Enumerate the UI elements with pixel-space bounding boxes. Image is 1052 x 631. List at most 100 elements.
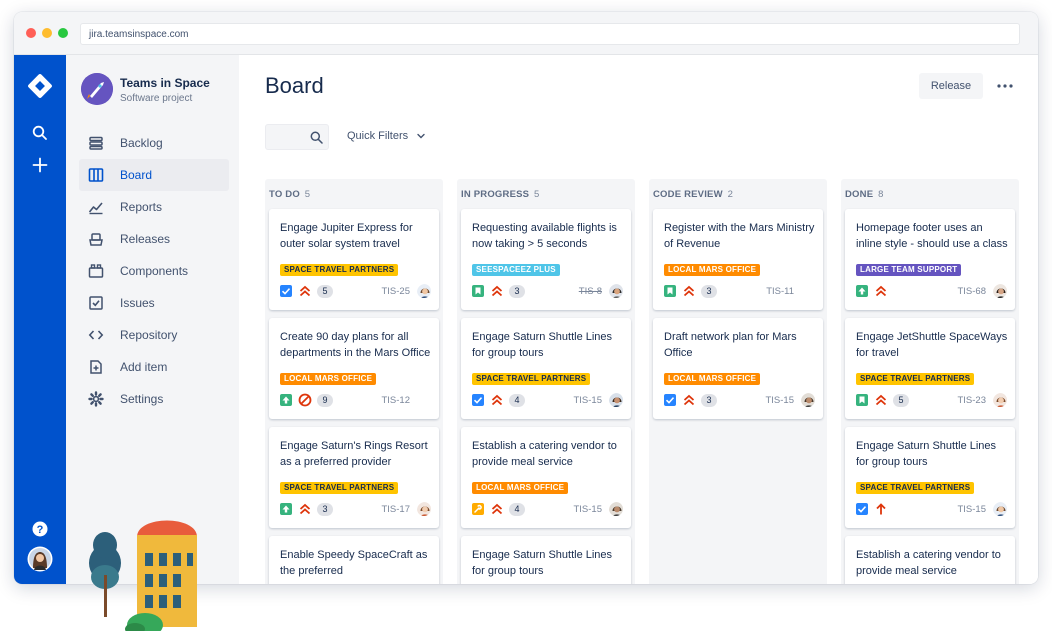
svg-text:?: ? xyxy=(37,524,44,536)
priority-highest-icon xyxy=(874,393,888,407)
epic-tag[interactable]: LOCAL MARS OFFICE xyxy=(664,373,761,385)
assignee-avatar[interactable] xyxy=(992,283,1008,299)
releases-icon xyxy=(88,231,104,247)
sidebar-item-settings[interactable]: Settings xyxy=(79,383,229,415)
issue-card[interactable]: Engage Saturn Shuttle Lines for group to… xyxy=(461,536,631,584)
epic-tag[interactable]: SPACE TRAVEL PARTNERS xyxy=(856,482,975,494)
issue-key[interactable]: TIS-15 xyxy=(573,504,602,515)
issue-card[interactable]: Establish a catering vendor to provide m… xyxy=(845,536,1015,584)
close-window-dot[interactable] xyxy=(26,28,36,38)
issue-card[interactable]: Enable Speedy SpaceCraft as the preferre… xyxy=(269,536,439,584)
issue-key[interactable]: TIS-8 xyxy=(579,286,602,297)
sidebar-item-label: Issues xyxy=(120,296,155,310)
epic-tag[interactable]: SPACE TRAVEL PARTNERS xyxy=(280,264,399,276)
chevron-down-icon xyxy=(417,133,425,139)
column-count: 5 xyxy=(304,189,311,200)
issue-card[interactable]: Draft network plan for Mars Office LOCAL … xyxy=(653,318,823,419)
jira-logo-icon[interactable] xyxy=(14,71,66,101)
epic-tag[interactable]: LOCAL MARS OFFICE xyxy=(472,482,569,494)
issue-card[interactable]: Homepage footer uses an inline style - s… xyxy=(845,209,1015,310)
issue-summary: Homepage footer uses an inline style - s… xyxy=(856,222,1008,250)
issue-key[interactable]: TIS-11 xyxy=(766,286,794,297)
address-bar[interactable]: jira.teamsinspace.com xyxy=(80,23,1020,45)
story-type-icon xyxy=(472,285,484,297)
issue-summary: Draft network plan for Mars Office xyxy=(664,331,797,359)
board-column: DONE 8 Homepage footer uses an inline sty… xyxy=(841,179,1019,584)
release-button[interactable]: Release xyxy=(919,73,983,99)
issues-icon xyxy=(88,295,104,311)
epic-tag[interactable]: SPACE TRAVEL PARTNERS xyxy=(280,482,399,494)
search-icon[interactable] xyxy=(14,121,66,145)
project-name[interactable]: Teams in Space xyxy=(120,76,210,90)
quick-filters-dropdown[interactable]: Quick Filters xyxy=(347,130,426,142)
assignee-avatar[interactable] xyxy=(608,392,624,408)
issue-summary: Requesting available flights is now taki… xyxy=(472,222,617,250)
sidebar-item-components[interactable]: Components xyxy=(79,255,229,287)
issue-card[interactable]: Establish a catering vendor to provide m… xyxy=(461,427,631,528)
issue-key[interactable]: TIS-17 xyxy=(381,504,410,515)
issue-card[interactable]: Engage Saturn Shuttle Lines for group to… xyxy=(461,318,631,419)
help-icon[interactable]: ? xyxy=(14,518,66,540)
epic-tag[interactable]: LOCAL MARS OFFICE xyxy=(280,373,377,385)
gear-icon xyxy=(88,391,104,407)
epic-tag[interactable]: LARGE TEAM SUPPORT xyxy=(856,264,962,276)
issue-card[interactable]: Engage Jupiter Express for outer solar s… xyxy=(269,209,439,310)
card-footer: 4 TIS-15 xyxy=(472,392,624,409)
sidebar-item-board[interactable]: Board xyxy=(79,159,229,191)
assignee-avatar[interactable] xyxy=(992,501,1008,517)
priority-blocker-icon xyxy=(298,393,312,407)
board-search-input[interactable] xyxy=(270,129,306,145)
priority-highest-icon xyxy=(490,393,504,407)
issue-key[interactable]: TIS-68 xyxy=(957,286,986,297)
priority-highest-icon xyxy=(298,284,312,298)
improvement-type-icon xyxy=(280,394,292,406)
epic-tag[interactable]: SPACE TRAVEL PARTNERS xyxy=(856,373,975,385)
issue-summary: Create 90 day plans for all departments … xyxy=(280,331,431,359)
sidebar-item-backlog[interactable]: Backlog xyxy=(79,127,229,159)
building-illustration xyxy=(89,520,197,631)
column-count: 5 xyxy=(534,189,540,200)
minimize-window-dot[interactable] xyxy=(42,28,52,38)
components-icon xyxy=(88,263,104,279)
epic-tag[interactable]: LOCAL MARS OFFICE xyxy=(664,264,761,276)
issue-card[interactable]: Register with the Mars Ministry of Reven… xyxy=(653,209,823,310)
assignee-avatar[interactable] xyxy=(416,283,432,299)
sidebar-item-issues[interactable]: Issues xyxy=(79,287,229,319)
issue-card[interactable]: Engage Saturn's Rings Resort as a prefer… xyxy=(269,427,439,528)
issue-key[interactable]: TIS-15 xyxy=(573,395,602,406)
sidebar-item-add-item[interactable]: Add item xyxy=(79,351,229,383)
issue-key[interactable]: TIS-23 xyxy=(957,395,986,406)
epic-tag[interactable]: SPACE TRAVEL PARTNERS xyxy=(472,373,591,385)
issue-card[interactable]: Requesting available flights is now taki… xyxy=(461,209,631,310)
issue-card[interactable]: Engage JetShuttle SpaceWays for travel SP… xyxy=(845,318,1015,419)
sidebar-item-releases[interactable]: Releases xyxy=(79,223,229,255)
issue-key[interactable]: TIS-12 xyxy=(381,395,410,406)
board-main: Board Release Quick Filters TO DO 5 Engag… xyxy=(239,55,1038,584)
assignee-avatar[interactable] xyxy=(800,392,816,408)
story-points-badge: 9 xyxy=(317,394,333,407)
issue-key[interactable]: TIS-25 xyxy=(381,286,410,297)
user-avatar[interactable] xyxy=(14,545,66,573)
more-icon xyxy=(997,84,1013,88)
code-icon xyxy=(88,327,104,343)
sidebar-item-repository[interactable]: Repository xyxy=(79,319,229,351)
project-avatar[interactable] xyxy=(81,73,113,105)
board-search[interactable] xyxy=(265,124,329,150)
create-plus-icon[interactable] xyxy=(14,153,66,177)
priority-highest-icon xyxy=(490,502,504,516)
sidebar-item-reports[interactable]: Reports xyxy=(79,191,229,223)
card-footer: 5 TIS-25 xyxy=(280,283,432,300)
epic-tag[interactable]: SEESPACEEZ PLUS xyxy=(472,264,560,276)
more-actions-button[interactable] xyxy=(993,73,1017,99)
story-points-badge: 5 xyxy=(893,394,909,407)
assignee-avatar[interactable] xyxy=(992,392,1008,408)
issue-key[interactable]: TIS-15 xyxy=(957,504,986,515)
assignee-avatar[interactable] xyxy=(416,501,432,517)
priority-highest-icon xyxy=(298,502,312,516)
issue-card[interactable]: Engage Saturn Shuttle Lines for group to… xyxy=(845,427,1015,528)
assignee-avatar[interactable] xyxy=(608,283,624,299)
assignee-avatar[interactable] xyxy=(608,501,624,517)
issue-card[interactable]: Create 90 day plans for all departments … xyxy=(269,318,439,419)
maximize-window-dot[interactable] xyxy=(58,28,68,38)
issue-key[interactable]: TIS-15 xyxy=(765,395,794,406)
